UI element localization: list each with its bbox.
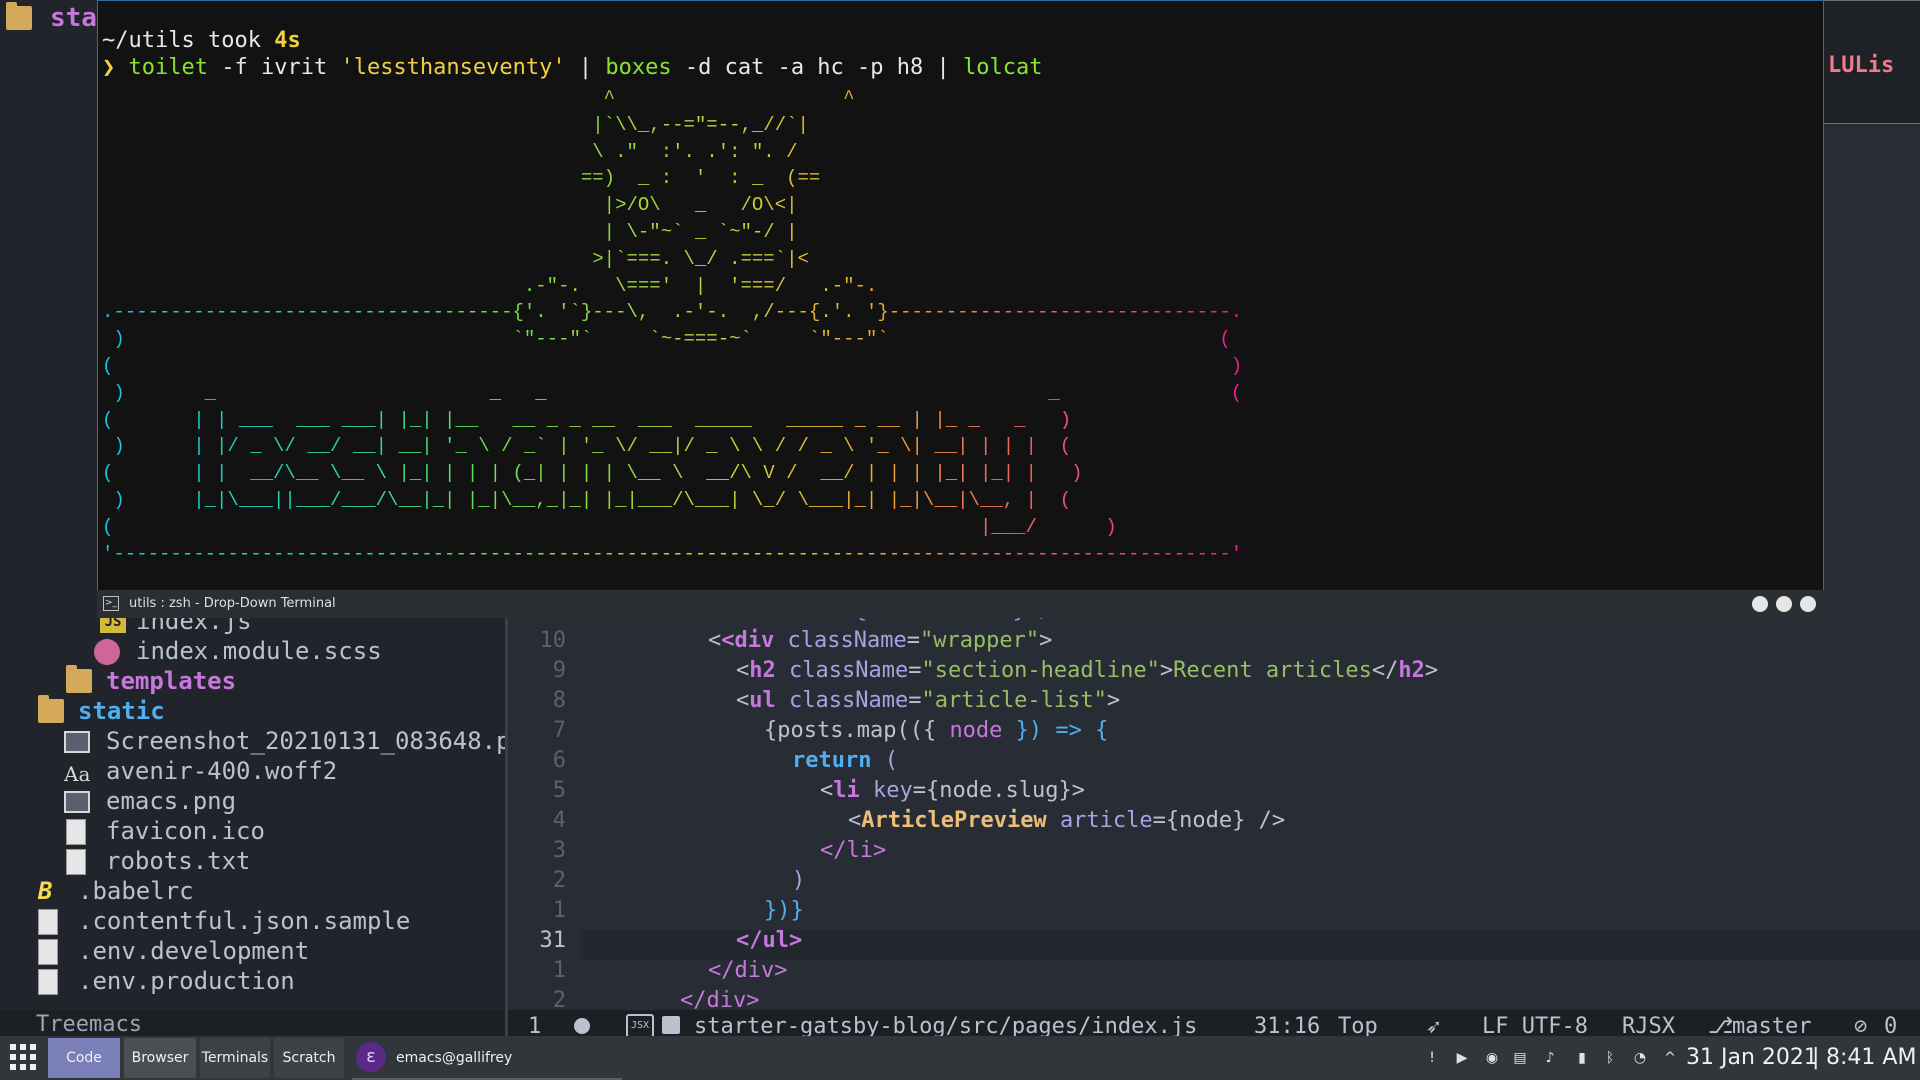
jsx-file-icon: JSX <box>626 1014 654 1036</box>
file-icon <box>38 969 58 995</box>
line-number: 9 <box>552 658 566 683</box>
volume-icon[interactable]: ♪ <box>1542 1050 1558 1066</box>
scroll-position: Top <box>1338 1014 1378 1036</box>
line-number: 5 <box>552 778 566 803</box>
rocket-icon: ➶ <box>1426 1013 1441 1036</box>
line-number: 6 <box>552 748 566 773</box>
app-launcher-icon[interactable] <box>10 1044 38 1072</box>
image-icon <box>64 791 90 813</box>
task-emacs[interactable]: ε emacs@gallifrey <box>352 1040 622 1080</box>
file-path[interactable]: starter-gatsby-blog/src/pages/index.js <box>694 1010 1197 1036</box>
emacs-icon: ε <box>356 1042 386 1072</box>
command-line: ❯ toilet -f ivrit 'lessthanseventy' | bo… <box>102 55 1043 80</box>
clipboard-icon[interactable]: ▤ <box>1512 1050 1528 1066</box>
clock-time[interactable]: 8:41 AM <box>1826 1036 1916 1080</box>
emacs-modeline: 1 JSX starter-gatsby-blog/src/pages/inde… <box>508 1010 1920 1036</box>
code-line: <ul className="article-list"> <box>736 688 1121 713</box>
file-icon <box>66 819 86 845</box>
clock-separator: | <box>1812 1045 1820 1070</box>
line-number: 4 <box>552 808 566 833</box>
line-number: 3 <box>552 838 566 863</box>
treemacs-label: Treemacs <box>36 1012 142 1036</box>
dropdown-terminal[interactable]: ~/utils took 4s ❯ toilet -f ivrit 'lesst… <box>97 0 1824 592</box>
folder-open-icon <box>38 695 64 723</box>
background-window-text: LULis <box>1828 53 1895 78</box>
code-line: <li key={node.slug}> <box>820 778 1085 803</box>
desktop-tab-terminals[interactable]: Terminals <box>200 1038 270 1078</box>
update-icon[interactable]: ◉ <box>1484 1050 1500 1066</box>
save-icon[interactable] <box>662 1016 680 1034</box>
desktop-tab-scratch[interactable]: Scratch <box>274 1038 344 1078</box>
battery-icon[interactable]: ▮ <box>1574 1050 1590 1066</box>
root-label: sta <box>50 3 97 33</box>
line-number: 10 <box>539 628 567 653</box>
tray-expand-icon[interactable]: ^ <box>1662 1050 1678 1066</box>
wifi-icon[interactable]: ◔ <box>1632 1050 1648 1066</box>
terminal-titlebar[interactable]: >_ utils : zsh - Drop-Down Terminal <box>97 590 1824 618</box>
file-icon <box>38 939 58 965</box>
flycheck-count: 0 <box>1884 1014 1898 1036</box>
git-branch-icon: ⎇ <box>1708 1014 1734 1036</box>
clock-date[interactable]: 31 Jan 2021 <box>1686 1036 1818 1080</box>
line-number: 1 <box>552 958 566 983</box>
code-line: <h2 className="section-headline">Recent … <box>736 658 1439 683</box>
folder-icon <box>66 665 92 693</box>
terminal-app-icon: >_ <box>103 596 119 611</box>
file-icon <box>66 849 86 875</box>
git-branch[interactable]: master <box>1732 1010 1811 1036</box>
code-line: return ( <box>792 748 898 773</box>
code-line: ) <box>792 868 806 893</box>
line-number: 2 <box>552 868 566 893</box>
notification-icon[interactable]: ! <box>1424 1050 1440 1066</box>
sass-icon <box>94 639 120 665</box>
code-line: </div> <box>708 958 788 983</box>
terminal-title: utils : zsh - Drop-Down Terminal <box>129 596 336 611</box>
code-line: </li> <box>820 838 887 863</box>
prompt-line: ~/utils took 4s <box>102 28 301 53</box>
cursor-position: 31:16 <box>1254 1014 1321 1036</box>
close-button[interactable] <box>1800 596 1816 612</box>
taskbar: Code Browser Terminals Scratch ε emacs@g… <box>0 1036 1920 1080</box>
line-number: 1 <box>552 898 566 923</box>
desktop-tab-code[interactable]: Code <box>48 1038 120 1078</box>
file-icon <box>38 909 58 935</box>
modified-dot-icon <box>574 1018 590 1034</box>
lolcat-ascii-art: ^ ^ |`\\_,--="=--,_//`| \ ." :'. .': ". … <box>102 85 1242 567</box>
media-player-icon[interactable]: ▶ <box>1454 1050 1470 1066</box>
code-line: {posts.map(({ node }) => { <box>764 718 1109 743</box>
desktop-tab-browser[interactable]: Browser <box>124 1038 196 1078</box>
background-window[interactable]: LULis <box>1823 0 1920 124</box>
babel-icon: B <box>38 877 53 905</box>
code-line-current: </ul> <box>736 928 803 953</box>
encoding[interactable]: LF UTF-8 <box>1482 1010 1588 1036</box>
font-icon: Aa <box>64 762 91 786</box>
code-line: <<div className="wrapper"> <box>708 628 1053 653</box>
line-number: 7 <box>552 718 566 743</box>
bluetooth-icon[interactable]: ᛒ <box>1602 1050 1618 1066</box>
flycheck-icon: ⊘ <box>1854 1014 1868 1036</box>
image-icon <box>64 731 90 753</box>
treemacs-modeline: Treemacs <box>0 1010 505 1036</box>
code-line: })} <box>764 898 804 923</box>
code-line: </div> <box>680 988 760 1010</box>
keep-above-button[interactable] <box>1752 596 1768 612</box>
window-number: 1 <box>528 1014 542 1036</box>
menu-button[interactable] <box>1776 596 1792 612</box>
line-number: 8 <box>552 688 566 713</box>
current-line-number: 31 <box>539 928 567 953</box>
code-line: <ArticlePreview article={node} /> <box>848 808 1286 833</box>
folder-open-icon <box>6 2 32 30</box>
major-mode[interactable]: RJSX <box>1622 1010 1675 1036</box>
line-number: 2 <box>552 988 566 1010</box>
